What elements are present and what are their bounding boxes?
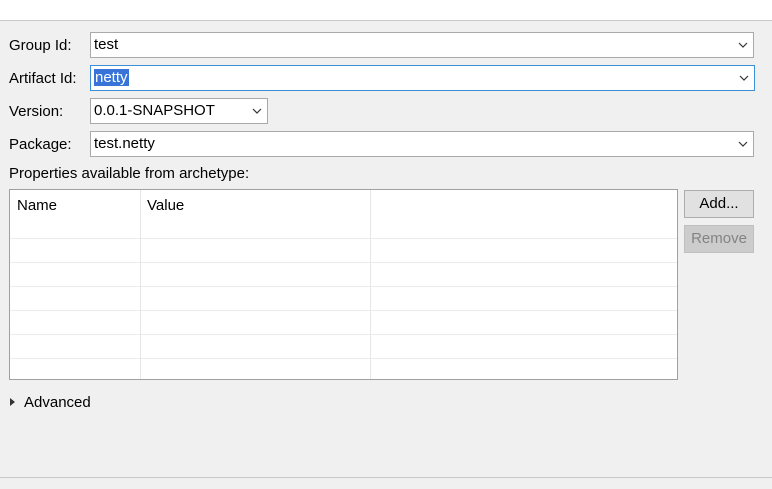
chevron-down-icon[interactable]: [251, 104, 263, 118]
column-divider: [370, 190, 371, 379]
dialog-bottom-divider: [0, 477, 772, 489]
table-row-divider: [10, 286, 677, 287]
artifact-id-selected-text: netty: [94, 69, 129, 86]
package-combo[interactable]: test.netty: [90, 131, 754, 157]
group-id-combo[interactable]: test: [90, 32, 754, 58]
triangle-right-icon[interactable]: [10, 398, 15, 407]
advanced-expander[interactable]: Advanced: [10, 392, 91, 414]
properties-heading: Properties available from archetype:: [9, 165, 250, 182]
chevron-down-icon[interactable]: [737, 38, 749, 52]
chevron-down-icon[interactable]: [738, 71, 750, 85]
properties-table[interactable]: Name Value: [9, 189, 678, 380]
remove-property-button[interactable]: Remove: [684, 225, 754, 253]
table-row-divider: [10, 358, 677, 359]
version-combo[interactable]: 0.0.1-SNAPSHOT: [90, 98, 268, 124]
advanced-label: Advanced: [24, 394, 91, 411]
table-row-divider: [10, 262, 677, 263]
column-header-value[interactable]: Value: [147, 195, 184, 217]
group-id-value: test: [94, 36, 119, 53]
add-property-button[interactable]: Add...: [684, 190, 754, 218]
artifact-id-combo[interactable]: netty: [90, 65, 755, 91]
group-id-label: Group Id:: [9, 37, 72, 54]
column-divider: [140, 190, 141, 379]
artifact-id-value: netty: [94, 66, 129, 90]
table-row-divider: [10, 334, 677, 335]
dialog-top-band: [0, 0, 772, 21]
version-label: Version:: [9, 103, 64, 120]
version-value: 0.0.1-SNAPSHOT: [94, 102, 215, 119]
table-row-divider: [10, 310, 677, 311]
column-header-name[interactable]: Name: [17, 195, 57, 217]
chevron-down-icon[interactable]: [737, 137, 749, 151]
table-row-divider: [10, 238, 677, 239]
package-label: Package:: [9, 136, 72, 153]
package-value: test.netty: [94, 135, 155, 152]
artifact-id-label: Artifact Id:: [9, 70, 77, 87]
